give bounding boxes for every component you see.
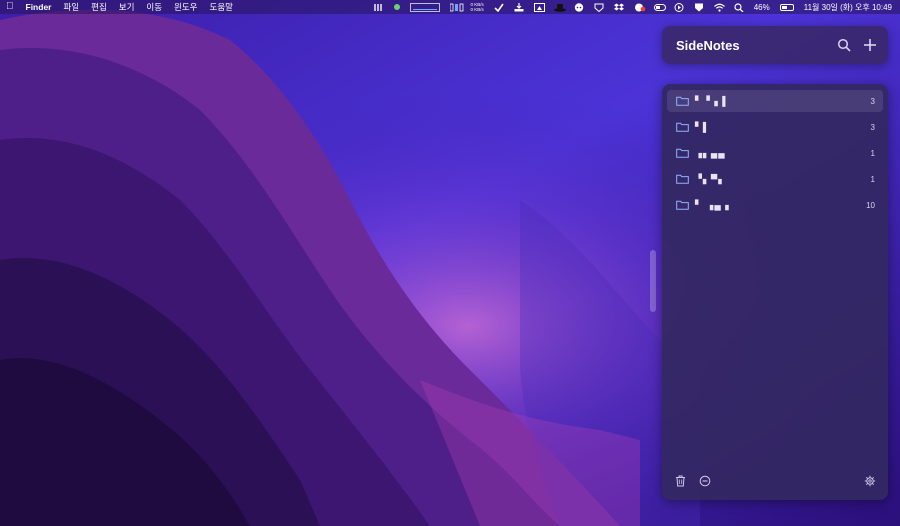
battery-icon[interactable] [779, 3, 794, 11]
menu-app-name[interactable]: Finder [26, 2, 52, 12]
wifi-icon[interactable] [713, 3, 725, 12]
cpu-graph-icon[interactable] [410, 2, 441, 12]
folder-icon [676, 148, 689, 158]
sidenotes-header: SideNotes [662, 26, 888, 64]
menu-edit[interactable]: 편집 [91, 1, 107, 13]
panel-footer [662, 474, 888, 488]
network-down: 0 KB/s [470, 7, 484, 12]
folder-note-count: 1 [870, 148, 875, 158]
menu-view[interactable]: 보기 [119, 1, 135, 13]
folder-row[interactable]: ▘▌ 3 [667, 116, 883, 138]
plus-icon [864, 39, 876, 51]
menu-help[interactable]: 도움말 [210, 1, 233, 13]
panel-resize-handle[interactable] [650, 250, 656, 312]
menu-window[interactable]: 윈도우 [174, 1, 197, 13]
folder-name: ▘ ▗▄ ▖ [695, 199, 734, 210]
folder-note-count: 3 [870, 122, 875, 132]
folder-icon [676, 174, 689, 184]
folder-name: ▘▌ [695, 121, 711, 132]
trash-icon [676, 475, 685, 486]
folder-icon [676, 200, 689, 210]
folder-name: ▝▖▀▖ [695, 173, 727, 184]
folder-note-count: 3 [870, 96, 875, 106]
play-circle-icon[interactable] [674, 2, 684, 12]
folder-icon [676, 122, 689, 132]
status-dot-icon[interactable] [394, 4, 401, 10]
folder-name: ▗▖▄▄ [695, 147, 726, 158]
sidenotes-title: SideNotes [676, 37, 740, 53]
folder-note-count: 10 [866, 200, 875, 210]
memory-bars-icon[interactable] [450, 3, 464, 12]
remove-button[interactable] [698, 474, 711, 487]
grid-status-icon[interactable] [374, 3, 384, 12]
menu-go[interactable]: 이동 [146, 1, 162, 13]
folder-row[interactable]: ▘ ▗▄ ▖ 10 [667, 194, 883, 216]
spotlight-search-icon[interactable] [734, 2, 744, 12]
menu-file[interactable]: 파일 [63, 1, 79, 13]
shield-icon[interactable] [694, 3, 704, 12]
battery-percent[interactable]: 46% [754, 3, 770, 12]
gear-icon [864, 475, 875, 486]
search-icon [837, 38, 851, 52]
screen-share-icon[interactable] [533, 2, 545, 12]
trash-button[interactable] [674, 474, 687, 487]
hat-icon[interactable] [553, 3, 566, 12]
apple-menu-icon[interactable]:  [6, 2, 14, 12]
recording-icon[interactable] [634, 3, 646, 12]
dropbox-icon[interactable] [613, 3, 624, 12]
shield-outline-icon[interactable] [594, 3, 604, 12]
folder-row[interactable]: ▝▖▀▖ 1 [667, 168, 883, 190]
folder-icon [676, 96, 689, 106]
folder-row[interactable]: ▗▖▄▄ 1 [667, 142, 883, 164]
checkmark-icon[interactable] [494, 3, 504, 12]
sidenotes-folder-panel: ▘▝ ▖▌ 3 ▘▌ 3 ▗▖▄▄ 1 ▝▖▀▖ 1 ▘ ▗▄ ▖ 10 [662, 84, 888, 500]
add-folder-button[interactable] [862, 37, 878, 53]
settings-button[interactable] [863, 474, 876, 487]
toggle-icon[interactable] [653, 3, 666, 12]
folder-note-count: 1 [870, 174, 875, 184]
download-tray-icon[interactable] [514, 2, 524, 12]
chat-icon[interactable] [574, 2, 584, 12]
network-speed[interactable]: 0 KB/s 0 KB/s [470, 2, 483, 12]
folder-row[interactable]: ▘▝ ▖▌ 3 [667, 90, 883, 112]
menu-bar:  Finder 파일 편집 보기 이동 윈도우 도움말 0 KB/s 0 KB… [0, 0, 900, 14]
folder-name: ▘▝ ▖▌ [695, 95, 730, 106]
minus-circle-icon [699, 475, 710, 486]
search-button[interactable] [836, 37, 852, 53]
menubar-clock[interactable]: 11월 30일 (화) 오후 10:49 [804, 2, 892, 13]
